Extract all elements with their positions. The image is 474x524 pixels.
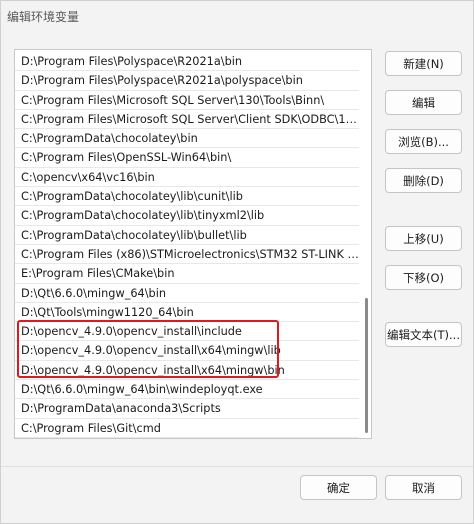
path-list-item[interactable]: D:\opencv_4.9.0\opencv_install\x64\mingw… [15,361,360,381]
footer-divider [1,466,473,467]
edit-env-var-dialog: 编辑环境变量 D:\Program Files\Polyspace\R2021a… [0,0,474,524]
path-list-item[interactable]: D:\Qt\6.6.0\mingw_64\bin\windeployqt.exe [15,380,360,400]
path-list-item[interactable]: D:\opencv_4.9.0\opencv_install\include [15,322,360,342]
path-list-item[interactable]: D:\Program Files\Polyspace\R2021a\bin [15,52,360,72]
path-list-item[interactable]: D:\Program Files\Polyspace\R2021a\polysp… [15,71,360,91]
path-list-item[interactable]: D:\Qt\Tools\mingw1120_64\bin [15,303,360,323]
delete-button[interactable]: 删除(D) [385,168,462,193]
edit-text-button[interactable]: 编辑文本(T)... [385,322,462,347]
path-list-item[interactable]: E:\Program Files\CMake\bin [15,264,360,284]
path-list-item[interactable]: C:\Program Files\Git\cmd [15,419,360,438]
vertical-scrollbar[interactable] [359,50,371,438]
path-list-item[interactable]: D:\opencv_4.9.0\opencv_install\x64\mingw… [15,341,360,361]
path-list-item[interactable]: C:\Program Files\Microsoft SQL Server\13… [15,91,360,110]
ok-button[interactable]: 确定 [300,475,377,500]
path-list-item[interactable]: C:\ProgramData\chocolatey\bin [15,129,360,149]
move-up-button[interactable]: 上移(U) [385,226,462,251]
path-list-item[interactable]: C:\Program Files\Microsoft SQL Server\Cl… [15,110,360,130]
edit-button[interactable]: 编辑 [385,90,462,115]
cancel-button[interactable]: 取消 [385,475,462,500]
new-button[interactable]: 新建(N) [385,51,462,76]
path-list-item[interactable]: C:\ProgramData\chocolatey\lib\tinyxml2\l… [15,206,360,226]
path-list-item[interactable]: C:\opencv\x64\vc16\bin [15,168,360,188]
path-list-item[interactable]: C:\Program Files\OpenSSL-Win64\bin\ [15,148,360,168]
path-list[interactable]: D:\Program Files\Polyspace\R2021a\bin D:\… [14,49,372,439]
path-list-item[interactable]: D:\ProgramData\anaconda3\Scripts [15,399,360,419]
scrollbar-thumb[interactable] [365,298,368,433]
move-down-button[interactable]: 下移(O) [385,265,462,290]
path-list-item[interactable]: D:\Qt\6.6.0\mingw_64\bin [15,284,360,303]
browse-button[interactable]: 浏览(B)... [385,129,462,154]
window-title: 编辑环境变量 [7,9,80,24]
path-list-item[interactable]: C:\ProgramData\chocolatey\lib\bullet\lib [15,226,360,245]
path-list-item[interactable]: C:\Program Files (x86)\STMicroelectronic… [15,245,360,265]
path-list-item[interactable]: C:\ProgramData\chocolatey\lib\cunit\lib [15,187,360,207]
path-list-rows: D:\Program Files\Polyspace\R2021a\bin D:\… [15,52,360,438]
